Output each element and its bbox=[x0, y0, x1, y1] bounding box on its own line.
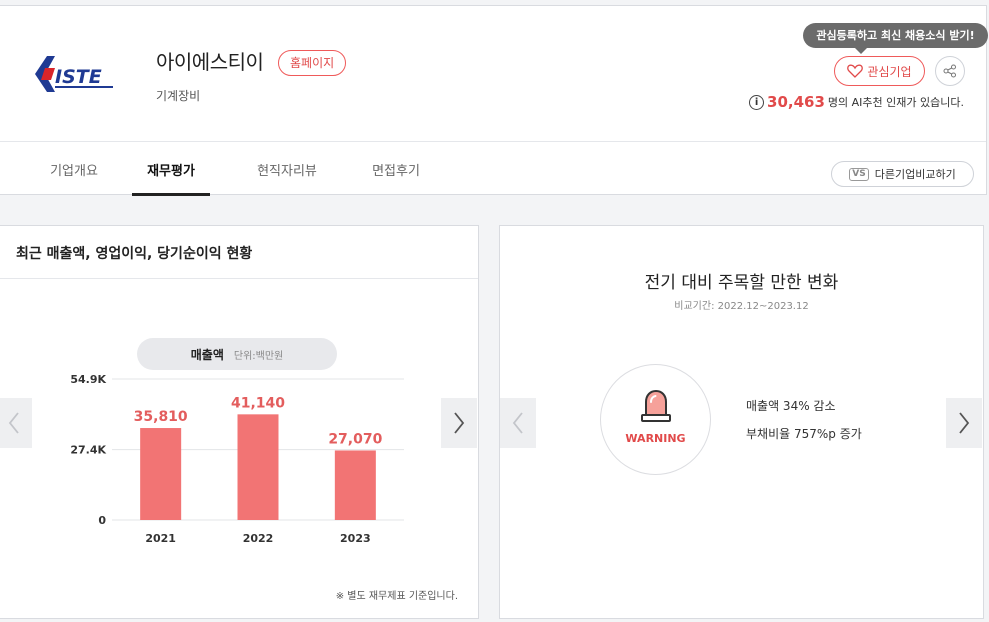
company-tabs: 기업개요 재무평가 현직자리뷰 면접후기 VS 다른기업비교하기 bbox=[0, 143, 986, 196]
industry-label: 기계장비 bbox=[156, 89, 201, 103]
tab-employee-review[interactable]: 현직자리뷰 bbox=[246, 143, 328, 196]
chevron-left-icon bbox=[8, 412, 19, 434]
change-panel: 전기 대비 주목할 만한 변화 비교기간: 2022.12~2023.12 WA… bbox=[499, 225, 984, 619]
company-name: 아이에스티이 bbox=[156, 50, 264, 74]
x-tick-label: 2022 bbox=[243, 532, 274, 545]
warning-badge: WARNING bbox=[600, 364, 711, 475]
tab-overview[interactable]: 기업개요 bbox=[40, 143, 108, 196]
company-header: ISTE 아이에스티이 홈페이지 기계장비 관심등록하고 최신 채용소식 받기!… bbox=[0, 5, 988, 196]
y-tick-label: 0 bbox=[98, 514, 106, 527]
data-label: 35,810 bbox=[134, 409, 188, 425]
favorite-label: 관심기업 bbox=[867, 64, 912, 79]
next-change-button[interactable] bbox=[946, 398, 982, 448]
homepage-button[interactable]: 홈페이지 bbox=[278, 50, 347, 76]
info-icon[interactable]: i bbox=[749, 94, 765, 110]
vs-icon: VS bbox=[849, 167, 869, 181]
compare-companies-button[interactable]: VS 다른기업비교하기 bbox=[831, 161, 974, 187]
bar bbox=[140, 428, 182, 520]
finance-panel-title: 최근 매출액, 영업이익, 당기순이익 현황 bbox=[16, 246, 253, 262]
change-panel-title: 전기 대비 주목할 만한 변화 bbox=[644, 273, 839, 293]
finance-panel: 최근 매출액, 영업이익, 당기순이익 현황 매출액 단위:백만원 0 27.4K… bbox=[0, 225, 479, 619]
tab-interview-review[interactable]: 면접후기 bbox=[362, 143, 430, 196]
share-icon bbox=[943, 64, 956, 78]
favorite-company-button[interactable]: 관심기업 bbox=[834, 56, 925, 86]
metric-label: 매출액 bbox=[190, 347, 224, 362]
share-button[interactable] bbox=[935, 56, 965, 86]
bar bbox=[237, 414, 279, 520]
footnote: ※ 별도 재무제표 기준입니다. bbox=[335, 591, 458, 602]
company-logo: ISTE bbox=[35, 56, 113, 92]
chevron-right-icon bbox=[454, 412, 465, 434]
next-chart-button[interactable] bbox=[441, 398, 477, 448]
ai-count-number: 30,463 bbox=[767, 93, 825, 111]
list-item: 부채비율 757%p 증가 bbox=[746, 427, 862, 441]
ai-count-suffix: 명의 AI추천 인재가 있습니다. bbox=[827, 96, 964, 109]
list-item: 매출액 34% 감소 bbox=[746, 399, 836, 413]
y-tick-label: 27.4K bbox=[70, 444, 106, 457]
x-tick-label: 2023 bbox=[340, 532, 371, 545]
bar bbox=[334, 450, 376, 520]
heart-icon bbox=[847, 64, 864, 78]
unit-label: 단위:백만원 bbox=[233, 350, 284, 362]
comparison-period: 비교기간: 2022.12~2023.12 bbox=[674, 301, 809, 312]
prev-change-button[interactable] bbox=[500, 398, 536, 448]
x-tick-label: 2021 bbox=[145, 532, 176, 545]
chevron-right-icon bbox=[959, 412, 970, 434]
compare-label: 다른기업비교하기 bbox=[874, 168, 956, 181]
siren-icon bbox=[641, 389, 671, 422]
data-label: 27,070 bbox=[328, 431, 382, 447]
revenue-bar-chart: 0 27.4K 54.9K 35,810 2021 41,140 2022 27,070 202… bbox=[70, 373, 404, 545]
company-info-section: ISTE 아이에스티이 홈페이지 기계장비 관심등록하고 최신 채용소식 받기!… bbox=[0, 6, 988, 142]
chevron-left-icon bbox=[512, 412, 523, 434]
favorite-tooltip: 관심등록하고 최신 채용소식 받기! bbox=[803, 23, 988, 54]
data-label: 41,140 bbox=[231, 395, 285, 411]
logo-text: ISTE bbox=[55, 66, 102, 88]
warning-label: WARNING bbox=[625, 432, 686, 445]
change-list: 매출액 34% 감소 부채비율 757%p 증가 bbox=[746, 397, 862, 453]
prev-chart-button[interactable] bbox=[0, 398, 32, 448]
divider bbox=[0, 278, 478, 279]
y-tick-label: 54.9K bbox=[70, 373, 106, 386]
ai-recommend-count: i 30,463 명의 AI추천 인재가 있습니다. bbox=[749, 93, 964, 111]
tab-financial[interactable]: 재무평가 bbox=[132, 143, 210, 196]
